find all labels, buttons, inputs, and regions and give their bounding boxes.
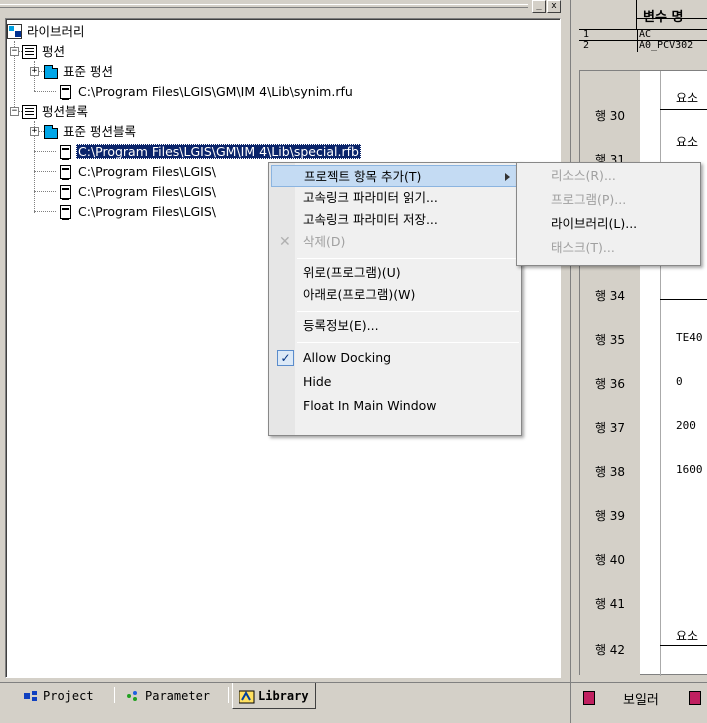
- ladder-editor[interactable]: 행 30 행 31 행 34 행 35 행 36 행 37 행 38 행 39 …: [579, 70, 707, 676]
- panel-titlebar[interactable]: _ x: [0, 0, 570, 14]
- ladder-row-label: 행 34: [594, 289, 626, 303]
- ladder-value: 200: [676, 419, 696, 432]
- collapse-functions-toggle[interactable]: −: [10, 47, 19, 56]
- tab-project[interactable]: Project: [18, 685, 100, 706]
- collapse-function-blocks-toggle[interactable]: −: [10, 107, 19, 116]
- ladder-element-label: 요소: [676, 629, 699, 643]
- ladder-element-label: 요소: [676, 91, 699, 105]
- ladder-value: TE40: [676, 331, 703, 344]
- variable-name-header: 변수 명: [643, 10, 684, 25]
- delete-icon: ✕: [279, 234, 291, 250]
- menu-item-hide[interactable]: Hide: [271, 371, 519, 393]
- expand-standard-fb-toggle[interactable]: +: [30, 127, 39, 136]
- menu-item-task[interactable]: 태스크(T)...: [519, 237, 698, 259]
- close-button[interactable]: x: [547, 0, 561, 13]
- file-icon: [60, 184, 71, 200]
- folder-icon: [44, 64, 58, 79]
- panel-tabbar: Project Parameter Library: [0, 682, 570, 723]
- ladder-value: 1600: [676, 463, 703, 476]
- tab-separator: [228, 687, 229, 703]
- tree-item-fb-file[interactable]: C:\Program Files\LGIS\: [58, 183, 218, 200]
- ladder-row-label: 행 40: [594, 553, 626, 567]
- function-group-icon: [22, 44, 37, 59]
- tab-boiler[interactable]: 보일러: [623, 689, 659, 708]
- ladder-row-label: 행 35: [594, 333, 626, 347]
- ladder-row-label: 행 39: [594, 509, 626, 523]
- tree-item-function-blocks[interactable]: 펑션블록: [22, 103, 90, 120]
- menu-item-allow-docking[interactable]: ✓ Allow Docking: [271, 347, 519, 369]
- menu-item-resource[interactable]: 리소스(R)...: [519, 165, 698, 187]
- project-icon: [24, 690, 38, 702]
- tab-parameter[interactable]: Parameter: [120, 685, 216, 706]
- folder-icon: [44, 124, 58, 139]
- file-icon: [60, 84, 71, 100]
- tree-item-standard-function[interactable]: 표준 펑션: [44, 63, 115, 80]
- tree-root[interactable]: 라이브러리: [7, 23, 87, 40]
- menu-item-read-hslink[interactable]: 고속링크 파라미터 읽기...: [271, 187, 519, 209]
- tree-line: [34, 191, 56, 192]
- tree-item-functions[interactable]: 펑션: [22, 43, 67, 60]
- menu-item-float-in-main-window[interactable]: Float In Main Window: [271, 395, 519, 417]
- tree-line: [34, 171, 56, 172]
- context-menu: 프로젝트 항목 추가(T) 고속링크 파라미터 읽기... 고속링크 파라미터 …: [268, 162, 522, 436]
- tree-line: [34, 151, 56, 152]
- ladder-row-label: 행 42: [594, 643, 626, 657]
- file-icon: [60, 144, 71, 160]
- library-icon: [7, 24, 22, 39]
- ladder-element-label: 요소: [676, 135, 699, 149]
- expand-standard-function-toggle[interactable]: +: [30, 67, 39, 76]
- parameter-icon: [126, 690, 140, 702]
- menu-item-save-hslink[interactable]: 고속링크 파라미터 저장...: [271, 209, 519, 231]
- file-icon: [60, 164, 71, 180]
- submenu-arrow-icon: [505, 173, 510, 181]
- variable-table-header: 변수 명: [579, 0, 707, 30]
- check-icon: ✓: [277, 350, 294, 366]
- editor-tabbar: 보일러: [571, 682, 707, 723]
- program-icon: [583, 691, 595, 705]
- menu-item-add-project-item[interactable]: 프로젝트 항목 추가(T): [271, 165, 519, 187]
- tree-item-function-file[interactable]: C:\Program Files\LGIS\GM\IM 4\Lib\synim.…: [58, 83, 355, 100]
- menu-item-library[interactable]: 라이브러리(L)...: [519, 213, 698, 235]
- ladder-rung: [660, 109, 707, 110]
- tree-line: [34, 211, 56, 212]
- menu-item-delete[interactable]: ✕ 삭제(D): [271, 231, 519, 253]
- ladder-row-label: 행 36: [594, 377, 626, 391]
- variable-row[interactable]: 2 A0_PCV302: [579, 41, 707, 52]
- library-tab-icon: [238, 690, 255, 703]
- ladder-row-label: 행 38: [594, 465, 626, 479]
- tree-item-fb-file[interactable]: C:\Program Files\LGIS\: [58, 163, 218, 180]
- editor-area: 변수 명 1 AC 2 A0_PCV302 행 30 행 31 행 34 행 3…: [570, 0, 707, 723]
- ladder-value: 0: [676, 375, 683, 388]
- tab-separator: [114, 687, 115, 703]
- pin-button[interactable]: _: [532, 0, 546, 13]
- file-icon: [60, 204, 71, 220]
- function-block-group-icon: [22, 104, 37, 119]
- menu-item-program[interactable]: 프로그램(P)...: [519, 189, 698, 211]
- ladder-rung: [660, 645, 707, 646]
- menu-item-move-down[interactable]: 아래로(프로그램)(W): [271, 284, 519, 306]
- tree-item-fb-file[interactable]: C:\Program Files\LGIS\: [58, 203, 218, 220]
- tree-line: [34, 91, 56, 92]
- tree-item-standard-function-block[interactable]: 표준 펑션블록: [44, 123, 138, 140]
- panel-grip[interactable]: [0, 4, 528, 8]
- submenu-add-project-item: 리소스(R)... 프로그램(P)... 라이브러리(L)... 태스크(T).…: [516, 162, 701, 266]
- tree-item-fb-file-selected[interactable]: C:\Program Files\LGIS\GM\IM 4\Lib\specia…: [58, 143, 361, 160]
- ladder-row-label: 행 30: [594, 109, 626, 123]
- program-icon: [689, 691, 701, 705]
- ladder-row-label: 행 41: [594, 597, 626, 611]
- ladder-row-label: 행 37: [594, 421, 626, 435]
- tab-library[interactable]: Library: [232, 683, 316, 709]
- menu-item-properties[interactable]: 등록정보(E)...: [271, 315, 519, 337]
- ladder-rung: [660, 299, 707, 300]
- menu-item-move-up[interactable]: 위로(프로그램)(U): [271, 262, 519, 284]
